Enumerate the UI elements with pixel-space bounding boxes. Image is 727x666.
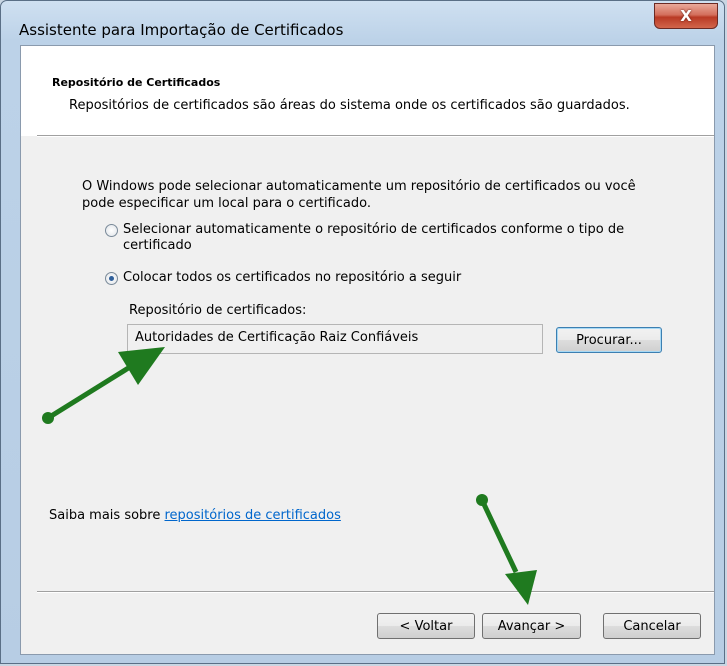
header-divider (37, 135, 714, 137)
browse-button[interactable]: Procurar... (556, 327, 662, 353)
store-label: Repositório de certificados: (129, 303, 307, 318)
wizard-content: Repositório de Certificados Repositórios… (20, 45, 715, 655)
footer-divider (37, 591, 714, 593)
close-button[interactable]: X (654, 3, 718, 29)
learn-more: Saiba mais sobre repositórios de certifi… (49, 508, 341, 523)
radio-auto[interactable] (105, 224, 118, 237)
option-auto[interactable]: Selecionar automaticamente o repositório… (105, 222, 663, 254)
next-button[interactable]: Avançar > (482, 613, 581, 639)
cancel-button[interactable]: Cancelar (603, 613, 701, 639)
store-field: Autoridades de Certificação Raiz Confiáv… (127, 324, 543, 354)
section-title: Repositório de Certificados (52, 76, 221, 89)
close-icon: X (680, 7, 692, 25)
option-manual[interactable]: Colocar todos os certificados no reposit… (105, 270, 663, 286)
intro-text: O Windows pode selecionar automaticament… (82, 179, 636, 211)
radio-manual[interactable] (105, 272, 118, 285)
wizard-window: Assistente para Importação de Certificad… (0, 0, 725, 664)
section-description: Repositórios de certificados são áreas d… (69, 98, 630, 113)
title-bar[interactable]: Assistente para Importação de Certificad… (1, 1, 724, 39)
option-auto-label[interactable]: Selecionar automaticamente o repositório… (123, 222, 663, 254)
option-manual-label[interactable]: Colocar todos os certificados no reposit… (123, 270, 663, 286)
wizard-header: Repositório de Certificados Repositórios… (21, 46, 714, 136)
learn-more-prefix: Saiba mais sobre (49, 508, 165, 523)
back-button[interactable]: < Voltar (377, 613, 475, 639)
learn-more-link[interactable]: repositórios de certificados (165, 508, 341, 523)
window-title: Assistente para Importação de Certificad… (19, 21, 344, 39)
